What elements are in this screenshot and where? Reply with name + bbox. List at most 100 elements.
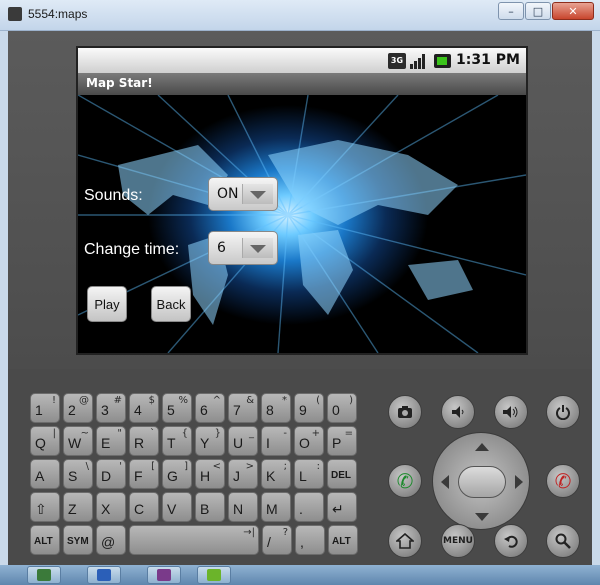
key-alt[interactable]: ALT [328,525,358,555]
key-v[interactable]: V [162,492,192,522]
key-x[interactable]: X [96,492,126,522]
app-title: Map Star! [86,76,153,90]
key-8[interactable]: 8 * [261,393,291,423]
key-label: E [101,435,111,451]
key-1[interactable]: 1! [30,393,60,423]
key-label: D [101,468,112,484]
key-sym[interactable]: /? [262,525,292,555]
key-sym[interactable]: @ [96,525,126,555]
change-time-spinner[interactable]: 6 [208,231,278,265]
key-m[interactable]: M [261,492,291,522]
key-f[interactable]: F[ [129,459,159,489]
search-button[interactable] [546,524,580,558]
back-button[interactable]: Back [151,286,191,322]
home-button[interactable] [388,524,422,558]
key-d[interactable]: D ' [96,459,126,489]
key-alt[interactable]: ALT [30,525,60,555]
sounds-value: ON [217,186,239,202]
key-4[interactable]: 4 $ [129,393,159,423]
minimize-button[interactable]: – [498,2,524,20]
key-j[interactable]: J > [228,459,258,489]
key-7[interactable]: 7 & [228,393,258,423]
key-l[interactable]: L: [294,459,324,489]
key-o[interactable]: O + [294,426,324,456]
taskbar-app-android[interactable] [197,566,231,584]
power-button[interactable] [546,395,580,429]
key-i[interactable]: I- [261,426,291,456]
key-y[interactable]: Y} [195,426,225,456]
key-sym[interactable]: . [294,492,324,522]
key-label: 4 [134,402,142,418]
sounds-label: Sounds: [84,187,143,204]
key-space[interactable]: →| [129,525,259,555]
taskbar-app-word[interactable] [87,566,121,584]
key-r[interactable]: R ` [129,426,159,456]
key-e[interactable]: E " [96,426,126,456]
key-t[interactable]: T{ [162,426,192,456]
dropdown-arrow-icon [242,238,273,258]
volume-up-button[interactable] [494,395,528,429]
dpad-up-icon[interactable] [475,443,489,451]
key-b[interactable]: B [195,492,225,522]
key-u[interactable]: U _ [228,426,258,456]
key-label: S [68,468,78,484]
key-a[interactable]: A [30,459,60,489]
volume-down-button[interactable] [441,395,475,429]
key-9[interactable]: 9( [294,393,324,423]
sounds-spinner[interactable]: ON [208,177,278,211]
key-w[interactable]: W ~ [63,426,93,456]
key-q[interactable]: Q | [30,426,60,456]
taskbar-app-java-ee[interactable] [147,566,181,584]
key-label: 1 [35,402,43,418]
end-call-icon: ✆ [554,469,572,493]
key-p[interactable]: P = [327,426,357,456]
key-0[interactable]: 0) [327,393,357,423]
key-s[interactable]: S \ [63,459,93,489]
key-label: M [266,501,278,517]
end-call-button[interactable]: ✆ [546,464,580,498]
volume-up-icon [503,406,518,418]
dpad-right-icon[interactable] [515,475,523,489]
dpad[interactable] [432,432,530,530]
key-sym[interactable]: ⇧ [30,492,60,522]
taskbar-app-1[interactable] [27,566,61,584]
window-controls: – □ ✕ [498,2,594,20]
dpad-left-icon[interactable] [441,475,449,489]
key-alt-label: ] [184,461,188,472]
key-alt-label: ) [349,395,353,406]
key-alt-label: ~ [80,428,89,439]
back-key-button[interactable] [494,524,528,558]
key-label: 0 [332,402,340,418]
key-sym[interactable]: , [295,525,325,555]
key-k[interactable]: K; [261,459,291,489]
key-z[interactable]: Z [63,492,93,522]
change-time-value: 6 [217,240,226,256]
key-sym[interactable]: SYM [63,525,93,555]
key-alt-label: < [212,461,221,472]
key-label: J [233,468,240,484]
key-label: SYM [67,536,89,547]
windows-taskbar [0,565,600,585]
dpad-down-icon[interactable] [475,513,489,521]
key-g[interactable]: G] [162,459,192,489]
key-2[interactable]: 2 @ [63,393,93,423]
key-sym[interactable]: ↵ [327,492,357,522]
key-alt-label: ` [150,428,155,439]
key-3[interactable]: 3 # [96,393,126,423]
key-label: H [200,468,211,484]
menu-button[interactable]: MENU [441,524,475,558]
key-h[interactable]: H < [195,459,225,489]
call-button[interactable]: ✆ [388,464,422,498]
maximize-button[interactable]: □ [525,2,551,20]
dpad-center-button[interactable] [458,466,506,498]
close-button[interactable]: ✕ [552,2,594,20]
camera-button[interactable] [388,395,422,429]
key-6[interactable]: 6 ^ [195,393,225,423]
key-alt-label: % [178,395,188,406]
key-del[interactable]: DEL [327,459,357,489]
key-n[interactable]: N [228,492,258,522]
play-button[interactable]: Play [87,286,127,322]
key-c[interactable]: C [129,492,159,522]
key-alt-label: & [246,395,254,406]
key-5[interactable]: 5% [162,393,192,423]
